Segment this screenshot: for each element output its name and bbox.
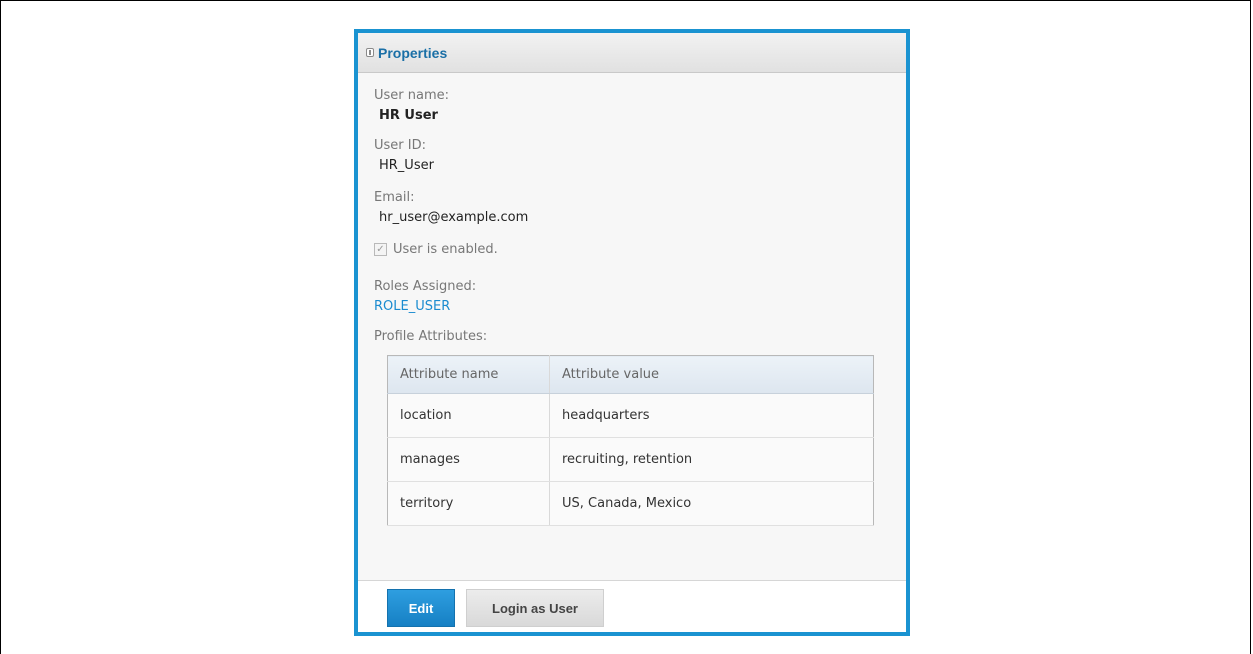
user-id-label: User ID: [374,138,426,153]
table-row: location headquarters [387,393,874,438]
table-row: territory US, Canada, Mexico [387,481,874,526]
properties-panel: Properties User name: HR User User ID: H… [354,29,910,636]
panel-footer: Edit Login as User [358,580,906,632]
attribute-name-cell: manages [387,437,550,482]
user-enabled-label: User is enabled. [393,242,498,257]
panel-header: Properties [358,33,906,73]
column-header-attribute-name: Attribute name [387,355,550,394]
login-as-user-button[interactable]: Login as User [466,589,604,627]
user-name-label: User name: [374,88,450,103]
email-value: hr_user@example.com [379,210,529,225]
roles-label: Roles Assigned: [374,279,477,294]
column-header-attribute-value: Attribute value [549,355,874,394]
edit-button[interactable]: Edit [387,589,455,627]
profile-attributes-label: Profile Attributes: [374,329,488,344]
collapse-icon[interactable] [366,48,374,57]
attribute-value-cell: headquarters [549,393,874,438]
user-id-value: HR_User [379,158,434,173]
table-row: manages recruiting, retention [387,437,874,482]
email-label: Email: [374,190,415,205]
attribute-value-cell: US, Canada, Mexico [549,481,874,526]
profile-attributes-table: Attribute name Attribute value location … [387,355,874,526]
user-enabled-row: ✓ User is enabled. [374,242,890,257]
panel-title: Properties [378,44,448,61]
role-link-role-user[interactable]: ROLE_USER [374,299,890,315]
attribute-value-cell: recruiting, retention [549,437,874,482]
user-name-value: HR User [379,108,438,123]
attribute-name-cell: territory [387,481,550,526]
table-header-row: Attribute name Attribute value [387,355,874,394]
attribute-name-cell: location [387,393,550,438]
user-enabled-checkbox: ✓ [374,243,387,256]
panel-body: User name: HR User User ID: HR_User Emai… [358,73,906,526]
